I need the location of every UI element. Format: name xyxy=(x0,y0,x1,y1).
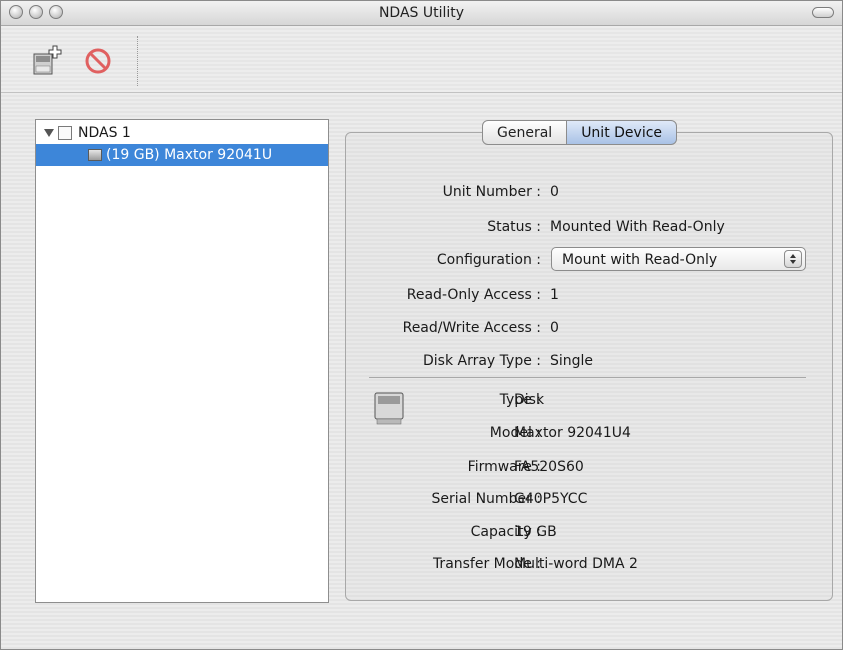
tree-item-unit-label: (19 GB) Maxtor 92041U xyxy=(106,147,273,163)
serial-number-value: G40P5YCC xyxy=(514,491,588,507)
tab-general[interactable]: General xyxy=(482,120,568,145)
toolbar-toggle-button[interactable] xyxy=(812,7,834,18)
status-label: Status : xyxy=(487,219,541,235)
title-bar: NDAS Utility xyxy=(1,1,842,26)
disk-model-value: Maxtor 92041U4 xyxy=(514,425,631,441)
capacity-value: 19 GB xyxy=(514,524,557,540)
remove-device-icon xyxy=(85,48,111,74)
unit-number-label: Unit Number : xyxy=(442,184,541,200)
window-title: NDAS Utility xyxy=(378,5,465,21)
ndas-utility-window: NDAS Utility NDAS 1 (19 GB) Maxtor 92041… xyxy=(0,0,843,650)
add-device-icon xyxy=(33,45,62,75)
add-device-button[interactable] xyxy=(31,44,65,78)
read-only-access-label: Read-Only Access : xyxy=(406,287,541,303)
toolbar xyxy=(1,26,842,93)
read-write-access-label: Read/Write Access : xyxy=(402,320,541,336)
toolbar-separator xyxy=(137,36,138,86)
disk-array-type-label: Disk Array Type : xyxy=(422,353,541,369)
firmware-value: FA520S60 xyxy=(514,459,584,475)
read-only-access-value: 1 xyxy=(550,287,559,303)
disk-type-value: Disk xyxy=(514,392,545,408)
tree-item-unit-device[interactable]: (19 GB) Maxtor 92041U xyxy=(36,144,328,166)
hard-disk-icon xyxy=(88,149,102,161)
ndas-device-icon xyxy=(58,126,72,140)
tab-bar: General Unit Device xyxy=(482,120,678,145)
select-arrows-icon[interactable] xyxy=(784,250,802,268)
configuration-selected-value: Mount with Read-Only xyxy=(562,252,718,268)
status-value: Mounted With Read-Only xyxy=(550,219,725,235)
read-write-access-value: 0 xyxy=(550,320,559,336)
disclosure-triangle-icon[interactable] xyxy=(44,129,54,137)
tab-unit-device[interactable]: Unit Device xyxy=(567,120,678,145)
remove-device-button[interactable] xyxy=(83,46,117,80)
configuration-label: Configuration : xyxy=(436,252,541,268)
disk-array-type-value: Single xyxy=(550,353,594,369)
tree-item-ndas[interactable]: NDAS 1 xyxy=(36,122,328,144)
unit-number-value: 0 xyxy=(550,184,559,200)
tree-item-ndas-label: NDAS 1 xyxy=(78,125,131,141)
configuration-select[interactable]: Mount with Read-Only xyxy=(551,247,806,271)
section-divider xyxy=(369,377,806,378)
transfer-mode-value: Multi-word DMA 2 xyxy=(514,556,638,572)
device-tree[interactable]: NDAS 1 (19 GB) Maxtor 92041U xyxy=(35,119,329,603)
